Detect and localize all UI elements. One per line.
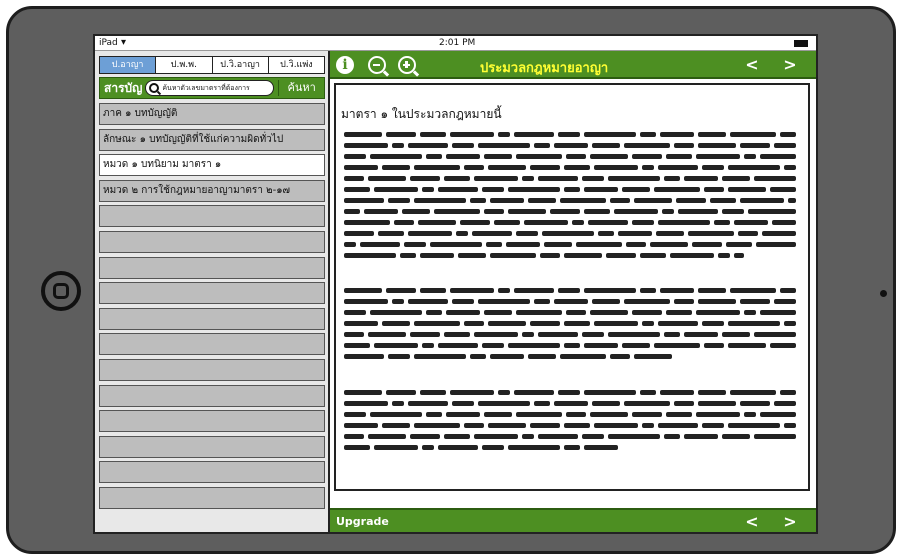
article-content: มาตรา ๑ ในประมวลกฎหมายนี้ (334, 83, 810, 491)
section-list-item[interactable] (99, 435, 325, 458)
wifi-icon: ▾ (121, 37, 127, 48)
text-line (344, 442, 800, 453)
section-list-item[interactable] (99, 256, 325, 279)
code-tabs: ป.อาญา ป.พ.พ. ป.วิ.อาญา ป.วิ.แพ่ง (99, 56, 325, 74)
section-list-item[interactable] (99, 205, 325, 228)
text-line (344, 184, 800, 195)
battery-icon (794, 40, 808, 47)
section-list-item[interactable] (99, 384, 325, 407)
article-paragraph-3 (344, 387, 800, 453)
article-title: มาตรา ๑ ในประมวลกฎหมายนี้ (341, 107, 502, 121)
section-list-item[interactable] (99, 282, 325, 305)
prev-page-button[interactable]: < (742, 55, 762, 75)
camera-dot (880, 290, 887, 297)
text-line (344, 285, 800, 296)
zoom-out-icon[interactable] (368, 56, 386, 74)
tab-civil-procedure[interactable]: ป.วิ.แพ่ง (268, 57, 324, 73)
section-list-item[interactable]: ภาค ๑ บทบัญญัติ (99, 103, 325, 125)
footer-prev-button[interactable]: < (742, 512, 762, 532)
search-input[interactable]: ค้นหาตัวเลขมาตราที่ต้องการ (145, 80, 275, 96)
status-time: 2:01 PM (439, 38, 476, 48)
upgrade-button[interactable]: Upgrade (336, 515, 389, 528)
text-line (344, 307, 800, 318)
text-line (344, 140, 800, 151)
section-list-item[interactable] (99, 410, 325, 433)
section-list-item[interactable]: ลักษณะ ๑ บทบัญญัติที่ใช้แก่ความผิดทั่วไป (99, 128, 325, 151)
right-pane: i ประมวลกฎหมายอาญา < > มาตรา ๑ ในประมวลก… (328, 51, 816, 532)
tab-criminal-procedure[interactable]: ป.วิ.อาญา (212, 57, 269, 73)
article-paragraph-2 (344, 285, 800, 362)
text-line (344, 162, 800, 173)
text-line (344, 228, 800, 239)
text-line (344, 329, 800, 340)
left-pane: ป.อาญา ป.พ.พ. ป.วิ.อาญา ป.วิ.แพ่ง สารบัญ… (95, 51, 328, 532)
text-line (344, 206, 800, 217)
text-line (344, 129, 800, 140)
section-list: ภาค ๑ บทบัญญัติลักษณะ ๑ บทบัญญัติที่ใช้แ… (99, 103, 325, 513)
tab-civil-commercial-code[interactable]: ป.พ.พ. (156, 57, 213, 73)
search-placeholder: ค้นหาตัวเลขมาตราที่ต้องการ (162, 83, 250, 92)
text-line (344, 239, 800, 250)
section-list-item[interactable]: หมวด ๒ การใช้กฎหมายอาญามาตรา ๒-๑๗ (99, 179, 325, 202)
zoom-in-icon[interactable] (398, 56, 416, 74)
text-line (344, 351, 800, 362)
toc-label: สารบัญ (104, 80, 143, 95)
text-line (344, 431, 800, 442)
section-list-item[interactable] (99, 486, 325, 509)
text-line (344, 173, 800, 184)
search-icon (149, 83, 160, 93)
section-list-item[interactable] (99, 461, 325, 484)
text-line (344, 398, 800, 409)
text-line (344, 195, 800, 206)
toc-search-bar: สารบัญ ค้นหาตัวเลขมาตราที่ต้องการ ค้นหา (99, 77, 325, 99)
page-title: ประมวลกฎหมายอาญา (480, 61, 609, 76)
app-screen: iPad ▾ 2:01 PM ป.อาญา ป.พ.พ. ป.วิ.อาญา ป… (93, 34, 818, 534)
tab-criminal-code[interactable]: ป.อาญา (100, 57, 157, 73)
status-bar: iPad ▾ 2:01 PM (95, 36, 816, 51)
text-line (344, 296, 800, 307)
text-line (344, 250, 800, 261)
text-line (344, 387, 800, 398)
search-button[interactable]: ค้นหา (278, 80, 324, 96)
section-list-item[interactable] (99, 307, 325, 330)
status-carrier: iPad (99, 38, 118, 48)
info-icon[interactable]: i (336, 56, 354, 74)
article-paragraph-1 (344, 129, 800, 261)
text-line (344, 151, 800, 162)
footer-next-button[interactable]: > (780, 512, 800, 532)
section-list-item[interactable]: หมวด ๑ บทนิยาม มาตรา ๑ (99, 154, 325, 177)
text-line (344, 409, 800, 420)
text-line (344, 318, 800, 329)
section-list-item[interactable] (99, 230, 325, 253)
text-line (344, 217, 800, 228)
next-page-button[interactable]: > (780, 55, 800, 75)
section-list-item[interactable] (99, 333, 325, 356)
footer-bar: Upgrade < > (330, 508, 816, 532)
text-line (344, 420, 800, 431)
home-button[interactable] (41, 271, 81, 311)
text-line (344, 340, 800, 351)
header-bar: i ประมวลกฎหมายอาญา < > (330, 51, 816, 79)
section-list-item[interactable] (99, 358, 325, 381)
